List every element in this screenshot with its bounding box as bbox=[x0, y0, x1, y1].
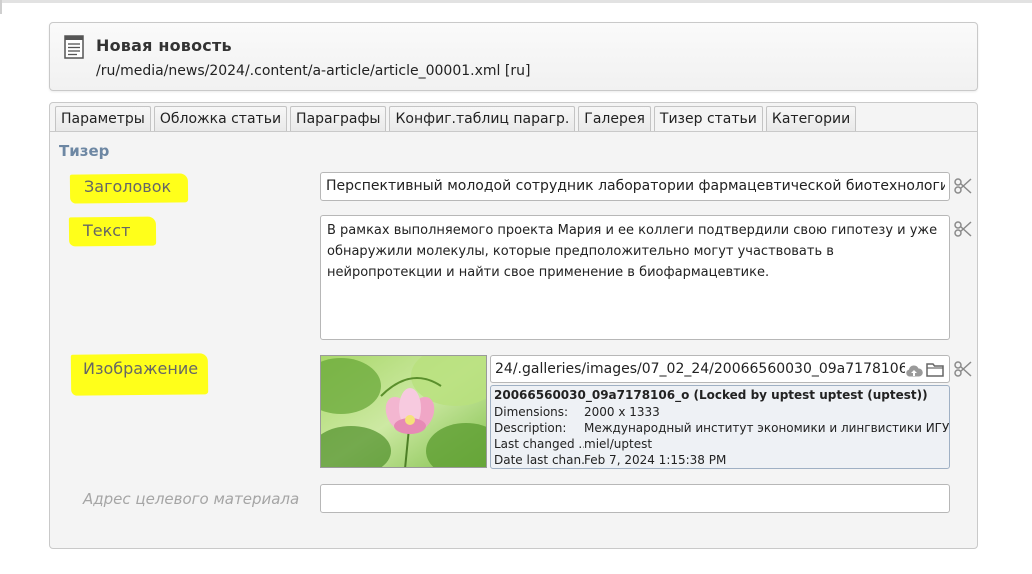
image-info-value: Feb 7, 2024 1:15:38 PM bbox=[584, 453, 727, 467]
image-info-row: Date last chan...Feb 7, 2024 1:15:38 PM bbox=[494, 453, 727, 468]
tab-paragraph-table-config[interactable]: Конфиг.таблиц парагр. bbox=[389, 106, 576, 131]
title-input[interactable]: Перспективный молодой сотрудник лаборато… bbox=[320, 172, 950, 201]
document-icon bbox=[64, 35, 84, 59]
image-label: Изображение bbox=[83, 359, 199, 378]
section-title: Тизер bbox=[59, 142, 110, 160]
text-area[interactable]: В рамках выполняемого проекта Мария и ее… bbox=[320, 215, 950, 340]
image-thumbnail[interactable] bbox=[320, 355, 487, 468]
tab-categories[interactable]: Категории bbox=[765, 106, 857, 131]
title-label: Заголовок bbox=[84, 177, 172, 196]
tab-divider bbox=[50, 131, 977, 132]
image-path-input[interactable]: 24/.galleries/images/07_02_24/2006656003… bbox=[490, 355, 950, 383]
text-label: Текст bbox=[83, 221, 131, 240]
top-divider bbox=[0, 0, 1032, 3]
image-info-panel: 20066560030_09a7178106_o (Locked by upte… bbox=[490, 385, 950, 469]
folder-icon[interactable] bbox=[926, 362, 944, 377]
tab-bar: Параметры Обложка статьи Параграфы Конфи… bbox=[55, 106, 859, 131]
upload-icon[interactable] bbox=[905, 364, 923, 378]
tab-article-teaser[interactable]: Тизер статьи bbox=[653, 106, 763, 131]
resource-header: Новая новость /ru/media/news/2024/.conte… bbox=[49, 22, 978, 91]
image-info-key: Date last chan... bbox=[494, 453, 584, 467]
tab-paragraphs[interactable]: Параграфы bbox=[290, 106, 387, 131]
image-info-value: 2000 x 1333 bbox=[584, 405, 660, 419]
image-info-key: Last changed ... bbox=[494, 437, 584, 451]
frame-edge bbox=[0, 0, 2, 14]
title-input-value: Перспективный молодой сотрудник лаборато… bbox=[326, 178, 945, 194]
image-info-value: Международный институт экономики и лингв… bbox=[584, 421, 950, 435]
scissors-icon[interactable] bbox=[953, 176, 973, 196]
image-info-title: 20066560030_09a7178106_o (Locked by upte… bbox=[494, 388, 928, 402]
resource-path: /ru/media/news/2024/.content/a-article/a… bbox=[96, 63, 531, 79]
scissors-icon[interactable] bbox=[953, 219, 973, 239]
image-info-row: Description: Международный институт эконо… bbox=[494, 421, 949, 437]
page-title: Новая новость bbox=[96, 36, 232, 55]
target-address-input[interactable] bbox=[320, 484, 950, 513]
tab-gallery[interactable]: Галерея bbox=[578, 106, 651, 131]
image-info-row: Dimensions: 2000 x 1333 bbox=[494, 405, 660, 421]
image-path-value: 24/.galleries/images/07_02_24/2006656003… bbox=[495, 361, 905, 377]
scissors-icon[interactable] bbox=[953, 359, 973, 379]
image-info-key: Dimensions: bbox=[494, 405, 569, 419]
text-area-value: В рамках выполняемого проекта Мария и ее… bbox=[327, 223, 938, 280]
image-info-key: Description: bbox=[494, 421, 567, 435]
tab-article-cover[interactable]: Обложка статьи bbox=[153, 106, 288, 131]
tab-parameters[interactable]: Параметры bbox=[55, 106, 151, 131]
editor-panel: Параметры Обложка статьи Параграфы Конфи… bbox=[49, 102, 978, 549]
target-address-label: Адрес целевого материала bbox=[83, 490, 300, 508]
image-info-value: miel/uptest bbox=[584, 437, 653, 451]
image-info-row: Last changed ...miel/uptest bbox=[494, 437, 652, 453]
lotus-image bbox=[321, 356, 486, 467]
